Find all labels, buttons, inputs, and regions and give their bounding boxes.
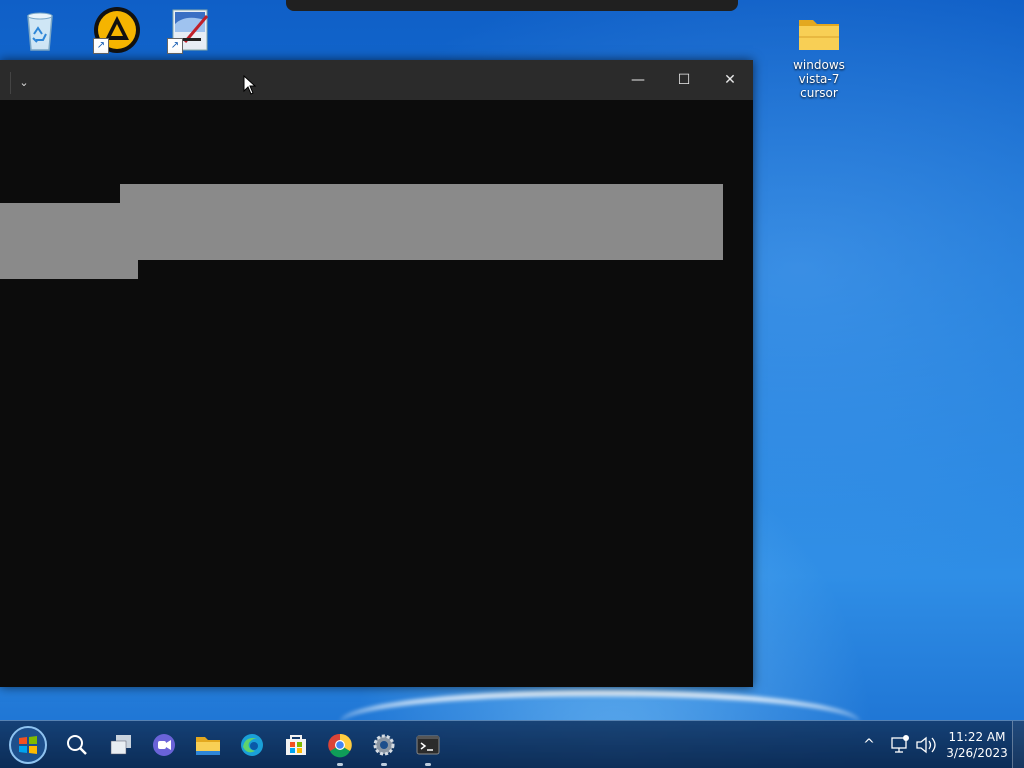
- taskbar: ^ 11:22 AM 3/26/2023: [0, 720, 1024, 768]
- task-view-icon[interactable]: [103, 727, 139, 763]
- maximize-button[interactable]: ☐: [661, 60, 707, 100]
- folder-label-line2: vista-7 cursor: [798, 72, 840, 100]
- network-icon[interactable]: [888, 721, 912, 768]
- window-titlebar[interactable]: ⌄ — ☐ ✕: [0, 60, 753, 100]
- shortcut-arrow-icon: ↗: [93, 38, 109, 54]
- store-icon[interactable]: [278, 727, 314, 763]
- shortcut-arrow-icon: ↗: [167, 38, 183, 54]
- top-window-edge: [286, 0, 738, 11]
- chrome-icon[interactable]: [322, 727, 358, 766]
- minimize-button[interactable]: —: [615, 60, 661, 100]
- file-explorer-icon[interactable]: [190, 727, 226, 763]
- running-indicator: [381, 763, 387, 766]
- volume-icon[interactable]: [914, 721, 938, 768]
- desktop-icon-recycle-bin[interactable]: [0, 6, 80, 54]
- clock-date: 3/26/2023: [946, 746, 1008, 760]
- folder-icon: [795, 10, 843, 58]
- show-desktop-button[interactable]: [1012, 721, 1024, 768]
- terminal-icon[interactable]: [410, 727, 446, 766]
- folder-label-line1: windows: [793, 58, 845, 72]
- terminal-window[interactable]: ⌄ — ☐ ✕: [0, 60, 753, 687]
- redacted-block: [120, 184, 723, 260]
- desktop: ↗ ↗ windows vista-7 cursor ⌄ — ☐ ✕ ^ 11:…: [0, 0, 1024, 768]
- running-indicator: [337, 763, 343, 766]
- settings-icon[interactable]: [366, 727, 402, 766]
- clock-time: 11:22 AM: [948, 730, 1006, 744]
- redacted-block: [0, 203, 138, 279]
- paint-icon: ↗: [167, 6, 215, 54]
- system-clock[interactable]: 11:22 AM 3/26/2023: [942, 729, 1012, 761]
- desktop-icon-aimp[interactable]: ↗: [77, 6, 157, 54]
- close-button[interactable]: ✕: [707, 60, 753, 100]
- desktop-icon-paint[interactable]: ↗: [151, 6, 231, 54]
- aimp-icon: ↗: [93, 6, 141, 54]
- start-orb-icon[interactable]: [8, 725, 48, 765]
- running-indicator: [425, 763, 431, 766]
- edge-icon[interactable]: [234, 727, 270, 763]
- desktop-icon-folder[interactable]: windows vista-7 cursor: [779, 10, 859, 100]
- tab-dropdown-button[interactable]: ⌄: [10, 72, 37, 94]
- chat-icon[interactable]: [146, 727, 182, 763]
- recycle-bin-icon: [16, 6, 64, 54]
- mouse-cursor-icon: [243, 74, 257, 99]
- tray-overflow-chevron-icon[interactable]: ^: [858, 721, 880, 768]
- search-icon[interactable]: [59, 727, 95, 763]
